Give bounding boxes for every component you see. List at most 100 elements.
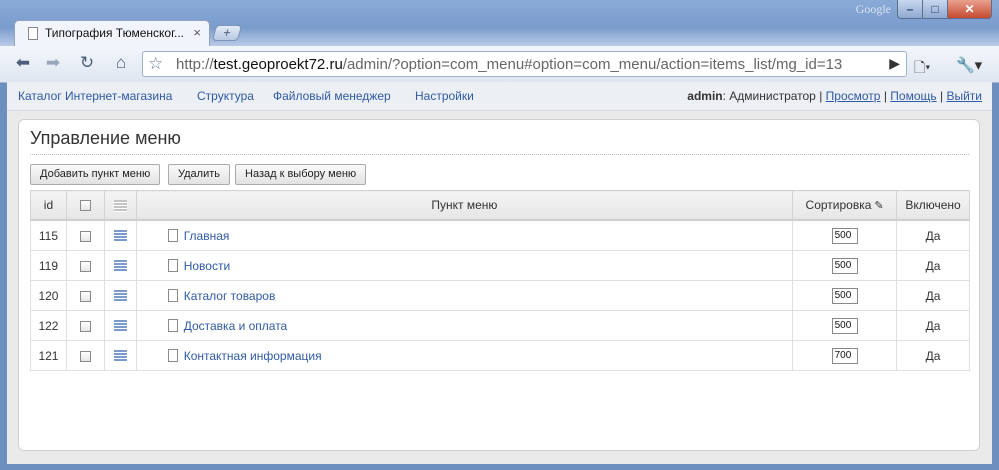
row-enabled[interactable]: Да	[896, 280, 970, 311]
google-brand: Google	[855, 2, 891, 16]
row-name-cell: Главная	[135, 219, 794, 251]
drag-handle-icon[interactable]	[113, 230, 127, 243]
logout-link[interactable]: Выйти	[946, 89, 982, 103]
go-button[interactable]: ▶	[889, 55, 900, 72]
row-enabled[interactable]: Да	[896, 310, 970, 341]
row-drag-cell	[103, 310, 137, 341]
home-button[interactable]: ⌂	[108, 52, 134, 76]
nav-link-catalog[interactable]: Каталог Интернет-магазина	[18, 89, 172, 103]
row-enabled[interactable]: Да	[896, 219, 970, 251]
row-id: 121	[30, 340, 67, 371]
browser-toolbar: ⬅ ➡ ↻ ⌂ ☆ http://test.geoproekt72.ru/adm…	[0, 46, 999, 83]
drag-handle-icon[interactable]	[113, 260, 127, 273]
document-icon	[167, 349, 178, 363]
address-bar[interactable]: ☆ http://test.geoproekt72.ru/admin/?opti…	[142, 51, 907, 77]
row-enabled[interactable]: Да	[896, 340, 970, 371]
back-arrow-icon: ⬅	[15, 53, 31, 72]
drag-handle-icon[interactable]	[113, 290, 127, 303]
help-link[interactable]: Помощь	[890, 89, 936, 103]
minimize-icon: –	[906, 2, 914, 16]
separator: |	[883, 89, 887, 103]
maximize-button[interactable]: □	[922, 0, 948, 19]
header-select-all	[65, 190, 105, 221]
sort-order-input[interactable]	[831, 227, 858, 244]
drag-handle-icon[interactable]	[113, 350, 127, 363]
close-window-button[interactable]: ✕	[947, 0, 992, 19]
row-sort-cell	[792, 280, 898, 311]
row-drag-cell	[103, 280, 137, 311]
username: admin	[687, 89, 723, 103]
admin-top-nav: Каталог Интернет-магазина Структура Файл…	[7, 82, 992, 111]
row-id: 120	[30, 280, 67, 311]
nav-link-settings[interactable]: Настройки	[415, 89, 474, 103]
back-button[interactable]: ⬅	[10, 52, 36, 76]
delete-button[interactable]: Удалить	[168, 164, 230, 185]
row-checkbox[interactable]	[79, 350, 91, 362]
sort-order-input[interactable]	[831, 317, 858, 334]
document-icon	[167, 229, 178, 243]
sort-order-input[interactable]	[831, 257, 858, 274]
reload-button[interactable]: ↻	[74, 52, 100, 76]
menu-item-link[interactable]: Контактная информация	[184, 349, 322, 363]
row-enabled[interactable]: Да	[896, 250, 970, 281]
forward-button[interactable]: ➡	[40, 52, 66, 76]
close-icon: ✕	[964, 2, 975, 16]
back-to-menu-select-button[interactable]: Назад к выбору меню	[235, 164, 367, 185]
row-checkbox[interactable]	[79, 290, 91, 302]
add-menu-item-button[interactable]: Добавить пункт меню	[30, 164, 161, 185]
home-icon: ⌂	[115, 53, 127, 72]
minimize-button[interactable]: –	[897, 0, 923, 19]
page-title: Управление меню	[30, 128, 181, 148]
header-enabled[interactable]: Включено	[896, 190, 970, 221]
url-text[interactable]: http://test.geoproekt72.ru/admin/?option…	[176, 56, 842, 73]
header-sort[interactable]: Сортировка ✎	[792, 190, 898, 221]
document-icon	[167, 289, 178, 303]
row-name-cell: Контактная информация	[135, 340, 794, 371]
user-role: : Администратор	[722, 89, 816, 103]
nav-link-file-manager[interactable]: Файловый менеджер	[273, 89, 391, 103]
row-drag-cell	[103, 219, 137, 251]
wrench-menu-button[interactable]: 🔧▾	[956, 56, 982, 74]
drag-handle-icon[interactable]	[113, 320, 127, 333]
new-tab-button[interactable]: +	[211, 25, 243, 41]
bookmark-star-icon[interactable]: ☆	[148, 54, 163, 74]
row-name-cell: Доставка и оплата	[135, 310, 794, 341]
table-row: 122 Доставка и оплата Да	[30, 310, 970, 341]
header-sort-label: Сортировка	[805, 198, 872, 212]
header-menu-item[interactable]: Пункт меню	[135, 190, 794, 221]
table-header-row: id Пункт меню Сортировка ✎ Включено	[30, 190, 970, 221]
header-id[interactable]: id	[30, 190, 67, 221]
header-drag	[103, 190, 137, 221]
menu-item-link[interactable]: Доставка и оплата	[184, 319, 288, 333]
separator: |	[819, 89, 823, 103]
row-sort-cell	[792, 340, 898, 371]
row-select-cell	[65, 250, 105, 281]
browser-tab[interactable]: Типография Тюменског... ×	[14, 20, 210, 46]
nav-link-structure[interactable]: Структура	[197, 89, 254, 103]
row-select-cell	[65, 280, 105, 311]
menu-items-table: id Пункт меню Сортировка ✎ Включено 115 Гл…	[30, 190, 970, 371]
table-row: 120 Каталог товаров Да	[30, 280, 970, 311]
row-name-cell: Каталог товаров	[135, 280, 794, 311]
row-drag-cell	[103, 340, 137, 371]
table-row: 115 Главная Да	[30, 219, 970, 251]
page-icon	[28, 27, 38, 40]
page-menu-button[interactable]: 🗋▾	[914, 57, 930, 81]
tab-close-button[interactable]: ×	[193, 25, 201, 40]
row-checkbox[interactable]	[79, 320, 91, 332]
forward-arrow-icon: ➡	[45, 53, 61, 72]
select-all-checkbox[interactable]	[79, 200, 91, 212]
sort-order-input[interactable]	[831, 287, 858, 304]
reload-icon: ↻	[79, 53, 95, 72]
preview-link[interactable]: Просмотр	[826, 89, 881, 103]
menu-item-link[interactable]: Новости	[184, 259, 230, 273]
row-id: 119	[30, 250, 67, 281]
sort-order-input[interactable]	[831, 347, 858, 364]
document-icon	[167, 319, 178, 333]
menu-item-link[interactable]: Главная	[184, 229, 230, 243]
row-checkbox[interactable]	[79, 230, 91, 242]
menu-item-link[interactable]: Каталог товаров	[184, 289, 276, 303]
row-checkbox[interactable]	[79, 260, 91, 272]
window-titlebar: Google – □ ✕ Типография Тюменског... × +	[0, 0, 999, 46]
save-sort-icon[interactable]: ✎	[874, 200, 883, 212]
